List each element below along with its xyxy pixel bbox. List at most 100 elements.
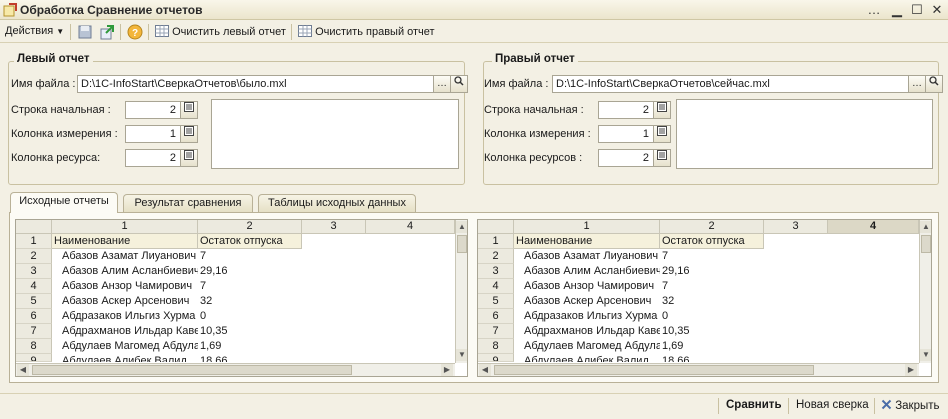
row-header[interactable]: 2 [16, 249, 52, 264]
right-file-open-button[interactable] [925, 75, 943, 93]
scroll-right-icon[interactable]: ▶ [905, 364, 917, 376]
maximize-button[interactable]: ☐ [907, 2, 927, 18]
left-file-open-button[interactable] [450, 75, 468, 93]
balance-cell[interactable]: 29,16 [660, 264, 764, 279]
scroll-up-icon[interactable]: ▲ [456, 221, 467, 233]
left-spreadsheet[interactable]: 1 2 3 4 1 Наименование Остаток отпуска 2… [15, 219, 468, 377]
column-header[interactable]: 4 [366, 220, 455, 234]
balance-cell[interactable]: 32 [198, 294, 302, 309]
balance-cell[interactable]: 1,69 [198, 339, 302, 354]
scroll-thumb[interactable] [921, 235, 931, 253]
right-row-start-calc-button[interactable] [653, 101, 671, 119]
row-header[interactable]: 8 [478, 339, 514, 354]
balance-cell[interactable]: 7 [660, 249, 764, 264]
name-cell[interactable]: Абдулаев Магомед Абдула [522, 339, 660, 354]
row-header[interactable]: 7 [478, 324, 514, 339]
right-file-input[interactable]: D:\1C-InfoStart\СверкаОтчетов\сейчас.mxl [552, 75, 909, 93]
name-cell[interactable]: Абазов Азамат Лиуанович [60, 249, 198, 264]
balance-cell[interactable]: 7 [198, 279, 302, 294]
clear-left-report-button[interactable]: Очистить левый отчет [155, 25, 286, 38]
name-cell[interactable]: Абазов Анзор Чамирович [522, 279, 660, 294]
scroll-down-icon[interactable]: ▼ [456, 349, 467, 361]
scroll-up-icon[interactable]: ▲ [920, 221, 931, 233]
scroll-thumb[interactable] [457, 235, 467, 253]
right-measure-col-calc-button[interactable] [653, 125, 671, 143]
right-spreadsheet[interactable]: 1 2 3 4 1 Наименование Остаток отпуска 2… [477, 219, 932, 377]
name-cell[interactable]: Абазов Алим Асланбиевич [60, 264, 198, 279]
column-header[interactable]: 2 [660, 220, 764, 234]
tab-source-data-tables[interactable]: Таблицы исходных данных [258, 194, 416, 212]
balance-cell[interactable]: 32 [660, 294, 764, 309]
row-header[interactable]: 7 [16, 324, 52, 339]
tab-source-reports[interactable]: Исходные отчеты [10, 192, 118, 213]
vertical-scrollbar[interactable]: ▲ ▼ [919, 220, 931, 363]
left-file-input[interactable]: D:\1C-InfoStart\СверкаОтчетов\было.mxl [77, 75, 434, 93]
right-resource-col-calc-button[interactable] [653, 149, 671, 167]
balance-cell[interactable]: 0 [660, 309, 764, 324]
new-reconciliation-button[interactable]: Новая сверка [796, 399, 869, 411]
left-resource-col-calc-button[interactable] [180, 149, 198, 167]
help-icon[interactable]: ? [127, 24, 143, 40]
name-cell[interactable]: Абазов Аскер Арсенович [60, 294, 198, 309]
right-measure-col-input[interactable]: 1 [598, 125, 654, 143]
name-cell[interactable]: Абазов Аскер Арсенович [522, 294, 660, 309]
balance-cell[interactable]: 18,66 [198, 354, 302, 362]
left-measure-col-input[interactable]: 1 [125, 125, 181, 143]
horizontal-scrollbar[interactable]: ◀ ▶ [16, 363, 455, 376]
tab-comparison-result[interactable]: Результат сравнения [123, 194, 253, 212]
name-cell[interactable]: Абазов Алим Асланбиевич [522, 264, 660, 279]
right-file-select-button[interactable]: … [908, 75, 926, 93]
row-header[interactable]: 3 [16, 264, 52, 279]
row-header[interactable]: 4 [16, 279, 52, 294]
minimize-button[interactable]: ▁ [887, 2, 907, 18]
name-header-cell[interactable]: Наименование [514, 234, 660, 249]
row-header[interactable]: 4 [478, 279, 514, 294]
name-cell[interactable]: Абдрахманов Ильдар Каве [60, 324, 198, 339]
left-resource-col-input[interactable]: 2 [125, 149, 181, 167]
right-row-start-input[interactable]: 2 [598, 101, 654, 119]
left-memo-area[interactable] [211, 99, 459, 169]
scroll-left-icon[interactable]: ◀ [17, 364, 29, 376]
scroll-down-icon[interactable]: ▼ [920, 349, 931, 361]
vertical-scrollbar[interactable]: ▲ ▼ [455, 220, 467, 363]
name-cell[interactable]: Абдрахманов Ильдар Каве [522, 324, 660, 339]
name-cell[interactable]: Абдулаев Магомед Абдула [60, 339, 198, 354]
left-measure-col-calc-button[interactable] [180, 125, 198, 143]
name-cell[interactable]: Абдразаков Ильгиз Хурма [60, 309, 198, 324]
export-icon[interactable] [99, 24, 115, 40]
name-cell[interactable]: Абдулаев Алибек Валид [60, 354, 198, 362]
row-header[interactable]: 9 [16, 354, 52, 362]
close-window-button[interactable]: ✕ [927, 2, 947, 18]
row-header[interactable]: 6 [16, 309, 52, 324]
row-header[interactable]: 3 [478, 264, 514, 279]
balance-cell[interactable]: 7 [660, 279, 764, 294]
close-button[interactable]: Закрыть [881, 399, 940, 412]
scroll-thumb[interactable] [32, 365, 352, 375]
row-header[interactable]: 2 [478, 249, 514, 264]
scroll-right-icon[interactable]: ▶ [441, 364, 453, 376]
row-header[interactable]: 6 [478, 309, 514, 324]
balance-cell[interactable]: 7 [198, 249, 302, 264]
right-memo-area[interactable] [676, 99, 933, 169]
name-cell[interactable]: Абдулаев Алибек Валид [522, 354, 660, 362]
window-menu-button[interactable]: … [864, 2, 884, 18]
balance-cell[interactable]: 10,35 [198, 324, 302, 339]
scroll-thumb[interactable] [494, 365, 814, 375]
balance-cell[interactable]: 1,69 [660, 339, 764, 354]
name-cell[interactable]: Абдразаков Ильгиз Хурма [522, 309, 660, 324]
column-header[interactable]: 1 [52, 220, 198, 234]
row-header[interactable]: 8 [16, 339, 52, 354]
left-file-select-button[interactable]: … [433, 75, 451, 93]
column-header[interactable]: 3 [764, 220, 828, 234]
name-cell[interactable]: Абазов Анзор Чамирович [60, 279, 198, 294]
left-row-start-calc-button[interactable] [180, 101, 198, 119]
actions-menu-button[interactable]: Действия ▼ [5, 25, 64, 37]
name-header-cell[interactable]: Наименование [52, 234, 198, 249]
compare-button[interactable]: Сравнить [726, 399, 782, 411]
row-header[interactable]: 9 [478, 354, 514, 362]
balance-cell[interactable]: 29,16 [198, 264, 302, 279]
balance-cell[interactable]: 0 [198, 309, 302, 324]
horizontal-scrollbar[interactable]: ◀ ▶ [478, 363, 919, 376]
row-header[interactable]: 1 [16, 234, 52, 249]
column-header[interactable]: 3 [302, 220, 366, 234]
